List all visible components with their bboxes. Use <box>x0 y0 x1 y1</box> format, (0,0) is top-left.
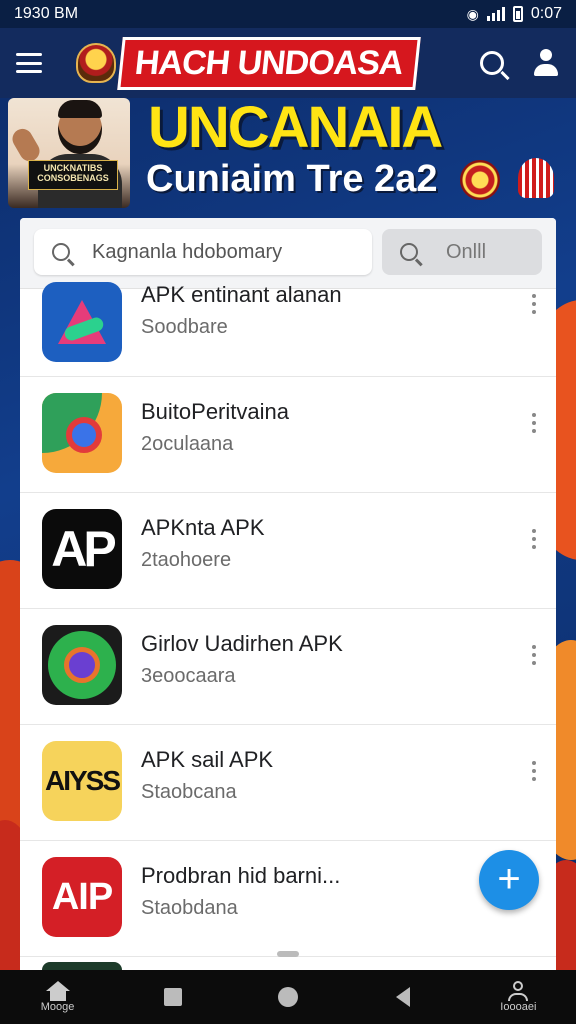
more-options-icon[interactable] <box>532 645 536 665</box>
nav-recents[interactable] <box>143 988 203 1006</box>
app-list-card: Kagnanla hdobomary Onlll APK entinant al… <box>20 218 556 978</box>
app-subtitle: 3eoocaara <box>141 665 236 687</box>
list-item[interactable]: Girlov Uadirhen APK 3eoocaara <box>20 609 556 725</box>
app-title: HACH UNDOASA <box>117 36 421 90</box>
list-item[interactable]: AP APKnta APK 2taohoere <box>20 493 556 609</box>
more-options-icon[interactable] <box>532 294 536 314</box>
nav-home-button[interactable] <box>258 987 318 1007</box>
app-icon-a <box>42 282 122 362</box>
banner-subtitle: Cuniaim Tre 2a2 <box>146 158 438 200</box>
portrait-plate: UNCKNATIBS CONSOBENAGS <box>28 160 118 190</box>
bottom-nav: Mooge Ioooaei <box>0 970 576 1024</box>
app-subtitle: 2taohoere <box>141 549 232 571</box>
app-title: Prodbran hid barni... <box>141 863 341 888</box>
search-row: Kagnanla hdobomary Onlll <box>20 218 556 289</box>
user-icon[interactable] <box>532 49 560 77</box>
drag-handle[interactable] <box>277 951 299 957</box>
more-options-icon[interactable] <box>532 761 536 781</box>
search-icon <box>400 243 418 261</box>
search-icon[interactable] <box>480 51 504 75</box>
app-icon-ayss: AIYSS <box>42 741 122 821</box>
add-button[interactable]: + <box>479 850 539 910</box>
app-title: APKnta APK <box>141 515 265 540</box>
nav-back[interactable] <box>373 987 433 1007</box>
app-title: Girlov Uadirhen APK <box>141 631 343 656</box>
app-title: BuitoPeritvaina <box>141 399 289 424</box>
emblem-icon <box>518 158 554 198</box>
app-bar-actions <box>480 49 560 77</box>
app-title: APK sail APK <box>141 747 274 772</box>
app-list: APK entinant alanan Soodbare BuitoPeritv… <box>20 282 556 957</box>
secondary-search-button[interactable]: Onlll <box>382 229 542 275</box>
menu-icon[interactable] <box>16 53 42 73</box>
next-app-icon-peek <box>42 962 122 970</box>
more-options-icon[interactable] <box>532 529 536 549</box>
status-clock: 0:07 <box>530 5 562 22</box>
battery-icon <box>512 6 523 22</box>
status-bar: 1930 BM ◉ 0:07 <box>0 0 576 28</box>
app-subtitle: Staobcana <box>141 781 237 803</box>
app-subtitle: Staobdana <box>141 897 238 919</box>
app-title: APK entinant alanan <box>141 282 342 307</box>
crest-logo-icon <box>76 43 116 83</box>
status-icons: ◉ 0:07 <box>467 5 562 23</box>
list-item[interactable]: AIP Prodbran hid barni... Staobdana <box>20 841 556 957</box>
emblem-icon <box>460 160 500 200</box>
nav-home-label: Mooge <box>40 1001 75 1013</box>
back-icon <box>396 987 411 1007</box>
app-icon-aip: AIP <box>42 857 122 937</box>
promo-banner[interactable]: UNCKNATIBS CONSOBENAGS UNCANAIA Cuniaim … <box>0 95 576 218</box>
nav-home[interactable]: Mooge <box>28 981 88 1013</box>
search-icon <box>52 243 70 261</box>
nav-profile-label: Ioooaei <box>500 1001 537 1013</box>
recents-icon <box>163 988 182 1006</box>
banner-title: UNCANAIA <box>148 95 443 160</box>
search-placeholder: Kagnanla hdobomary <box>92 240 283 263</box>
app-subtitle: Soodbare <box>141 316 228 338</box>
app-icon-ap: AP <box>42 509 122 589</box>
wifi-icon: ◉ <box>466 5 479 22</box>
app-icon-globe <box>42 625 122 705</box>
list-item[interactable]: BuitoPeritvaina 2oculaana <box>20 377 556 493</box>
nav-profile[interactable]: Ioooaei <box>488 981 548 1013</box>
app-bar: HACH UNDOASA <box>0 28 576 98</box>
more-options-icon[interactable] <box>532 413 536 433</box>
app-subtitle: 2oculaana <box>141 433 234 455</box>
app-icon-maps <box>42 393 122 473</box>
list-item[interactable]: APK entinant alanan Soodbare <box>20 282 556 377</box>
home-circle-icon <box>277 987 298 1007</box>
secondary-search-label: Onlll <box>446 240 487 263</box>
banner-portrait: UNCKNATIBS CONSOBENAGS <box>8 98 130 208</box>
status-time: 1930 BM <box>14 5 79 22</box>
signal-icon <box>486 7 505 21</box>
list-item[interactable]: AIYSS APK sail APK Staobcana <box>20 725 556 841</box>
search-input[interactable]: Kagnanla hdobomary <box>34 229 372 275</box>
profile-icon <box>506 981 530 1001</box>
home-icon <box>45 981 70 1001</box>
